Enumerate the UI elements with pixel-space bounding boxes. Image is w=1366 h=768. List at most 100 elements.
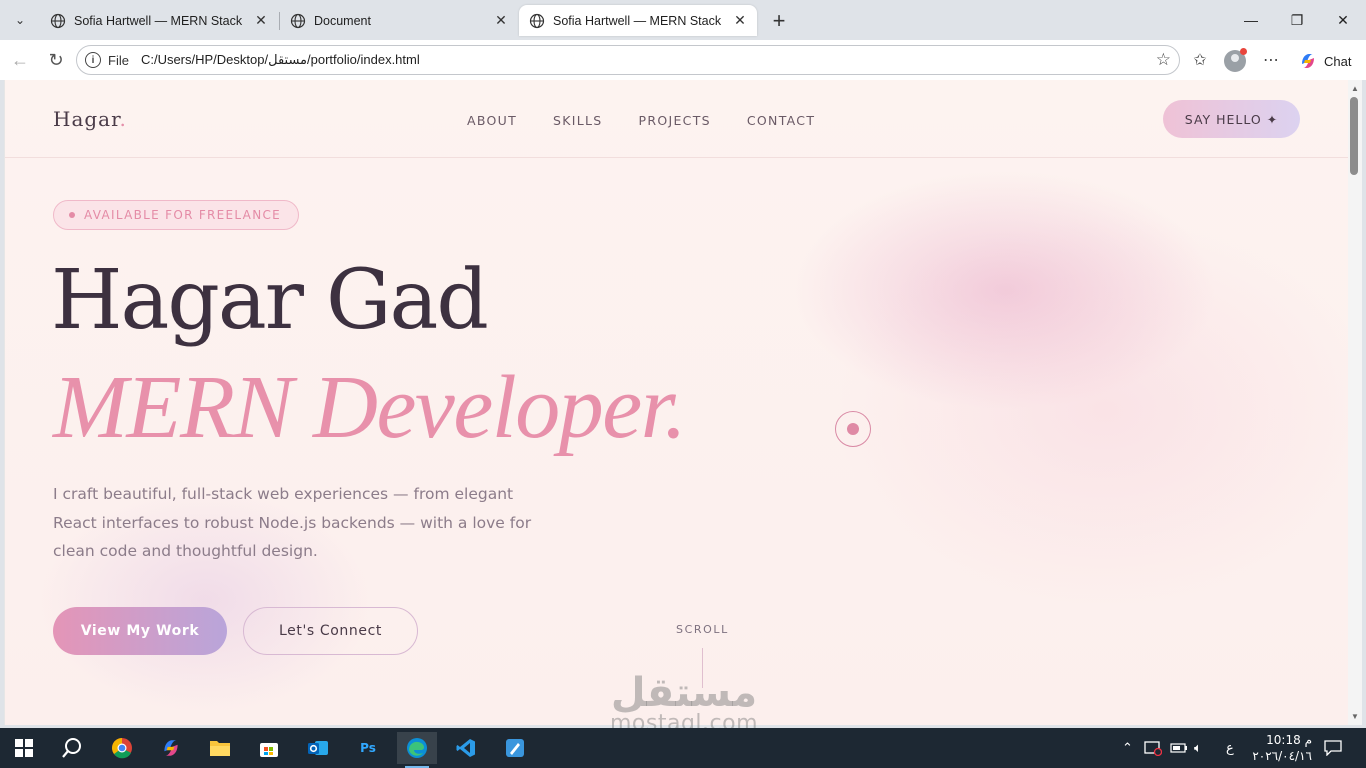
page-scrollbar[interactable]: ▲ ▼ xyxy=(1348,80,1362,725)
favorites-icon: ✩ xyxy=(1193,52,1207,69)
availability-badge: AVAILABLE FOR FREELANCE xyxy=(53,200,300,230)
taskbar-store[interactable] xyxy=(249,732,289,764)
tab-strip: ⌄ Sofia Hartwell — MERN Stack Deve ✕ Doc… xyxy=(0,0,1366,40)
scrollbar-thumb[interactable] xyxy=(1350,97,1358,175)
vscode-icon xyxy=(456,739,475,757)
close-icon[interactable]: ✕ xyxy=(731,12,749,30)
tab-title: Sofia Hartwell — MERN Stack Deve xyxy=(74,13,246,28)
site-header: Hagar. ABOUT SKILLS PROJECTS CONTACT SAY… xyxy=(5,80,1348,158)
globe-icon xyxy=(50,13,66,28)
volume-icon: 🔈︎ xyxy=(1194,740,1202,755)
nav-link-contact[interactable]: CONTACT xyxy=(747,113,815,128)
copilot-icon xyxy=(164,740,178,756)
new-tab-button[interactable]: + xyxy=(766,8,792,34)
say-hello-button[interactable]: SAY HELLO ✦ xyxy=(1163,100,1300,138)
view-my-work-button[interactable]: View My Work xyxy=(53,607,227,655)
toolbar: ← ↻ i File C:/Users/HP/Desktop/مستقل/por… xyxy=(0,40,1366,80)
tab-1[interactable]: Sofia Hartwell — MERN Stack Deve ✕ xyxy=(40,5,278,36)
taskbar: Ps ⌃ 🔈︎ ع 10:18 م ٢٠٢٦/٠٤/١٦ xyxy=(0,728,1366,768)
notifications-button[interactable] xyxy=(1324,728,1342,768)
copilot-icon xyxy=(1302,54,1314,68)
taskbar-paint[interactable] xyxy=(495,732,535,764)
clock-date: ٢٠٢٦/٠٤/١٦ xyxy=(1252,749,1312,763)
tab-actions-menu-button[interactable]: ⌄ xyxy=(6,6,34,34)
address-bar[interactable]: i File C:/Users/HP/Desktop/مستقل/portfol… xyxy=(76,45,1180,75)
tray-network[interactable] xyxy=(1144,728,1162,768)
tab-title: Document xyxy=(314,13,371,28)
globe-icon xyxy=(529,13,545,28)
tray-overflow-button[interactable]: ⌃ xyxy=(1122,728,1133,768)
tray-volume[interactable]: 🔈︎ xyxy=(1194,728,1202,768)
tab-3-active[interactable]: Sofia Hartwell — MERN Stack Deve ✕ xyxy=(519,5,757,36)
store-icon xyxy=(260,743,278,757)
photoshop-icon: Ps xyxy=(360,741,376,755)
notification-dot xyxy=(1240,48,1247,55)
chevron-down-icon: ⌄ xyxy=(14,13,26,27)
taskbar-edge[interactable] xyxy=(397,732,437,768)
minimize-button[interactable]: — xyxy=(1228,0,1274,40)
taskbar-outlook[interactable] xyxy=(298,732,338,764)
nav-link-skills[interactable]: SKILLS xyxy=(553,113,602,128)
search-icon xyxy=(62,738,81,758)
page-viewport: Hagar. ABOUT SKILLS PROJECTS CONTACT SAY… xyxy=(4,80,1348,725)
site-nav-links: ABOUT SKILLS PROJECTS CONTACT xyxy=(467,113,851,128)
info-icon[interactable]: i xyxy=(85,52,101,68)
tray-clock[interactable]: 10:18 م ٢٠٢٦/٠٤/١٦ xyxy=(1250,732,1312,764)
star-icon[interactable]: ☆ xyxy=(1156,50,1171,70)
tray-language[interactable]: ع xyxy=(1226,728,1234,768)
hero-role: MERN Developer. xyxy=(53,358,687,457)
taskbar-vscode[interactable] xyxy=(446,732,486,764)
outlook-icon xyxy=(308,741,328,755)
cursor-dot xyxy=(847,423,859,435)
url-text: C:/Users/HP/Desktop/مستقل/portfolio/inde… xyxy=(140,52,420,67)
search-button[interactable] xyxy=(52,732,92,764)
reload-icon: ↻ xyxy=(48,49,64,70)
chat-button[interactable]: Chat xyxy=(1292,48,1360,74)
restore-button[interactable]: ❐ xyxy=(1274,0,1320,40)
custom-cursor xyxy=(835,411,871,447)
language-label: ع xyxy=(1226,740,1234,755)
scroll-down-icon[interactable]: ▼ xyxy=(1351,712,1359,721)
arrow-left-icon: ← xyxy=(11,49,29,70)
nav-link-projects[interactable]: PROJECTS xyxy=(639,113,711,128)
close-icon[interactable]: ✕ xyxy=(492,12,510,30)
chat-label: Chat xyxy=(1324,53,1352,69)
watermark: مستقل mostaql.com xyxy=(596,668,772,736)
scroll-up-icon[interactable]: ▲ xyxy=(1351,84,1359,93)
taskbar-file-explorer[interactable] xyxy=(200,732,240,764)
tab-2[interactable]: Document ✕ xyxy=(280,5,518,36)
scroll-indicator-label: SCROLL xyxy=(676,623,729,636)
more-icon: ⋯ xyxy=(1263,52,1279,69)
hero-description: I craft beautiful, full-stack web experi… xyxy=(53,485,532,560)
taskbar-copilot[interactable] xyxy=(151,732,191,764)
globe-icon xyxy=(290,13,306,28)
nav-link-about[interactable]: ABOUT xyxy=(467,113,517,128)
paint-icon xyxy=(506,739,524,757)
badge-label: AVAILABLE FOR FREELANCE xyxy=(84,208,282,222)
site-logo[interactable]: Hagar. xyxy=(53,107,127,131)
tab-title: Sofia Hartwell — MERN Stack Deve xyxy=(553,13,725,28)
windows-icon xyxy=(15,739,33,757)
start-button[interactable] xyxy=(4,732,44,764)
taskbar-photoshop[interactable]: Ps xyxy=(348,732,388,764)
chevron-up-icon: ⌃ xyxy=(1122,740,1133,755)
back-button[interactable]: ← xyxy=(6,46,34,74)
favorites-button[interactable]: ✩ xyxy=(1186,46,1214,74)
close-window-button[interactable]: ✕ xyxy=(1320,0,1366,40)
logo-dot: . xyxy=(119,107,127,131)
scheme-label: File xyxy=(108,52,129,68)
chrome-icon xyxy=(112,738,132,759)
network-icon xyxy=(1144,741,1162,756)
status-dot xyxy=(69,212,75,218)
reload-button[interactable]: ↻ xyxy=(42,46,70,74)
edge-icon xyxy=(407,738,427,758)
clock-time: 10:18 م xyxy=(1266,733,1312,747)
more-menu-button[interactable]: ⋯ xyxy=(1257,46,1285,74)
notification-icon xyxy=(1324,740,1342,756)
tray-battery[interactable] xyxy=(1170,728,1188,768)
folder-icon xyxy=(210,741,230,756)
hero-name: Hagar Gad xyxy=(51,253,489,348)
taskbar-chrome[interactable] xyxy=(102,732,142,764)
close-icon[interactable]: ✕ xyxy=(252,12,270,30)
lets-connect-button[interactable]: Let's Connect xyxy=(243,607,418,655)
